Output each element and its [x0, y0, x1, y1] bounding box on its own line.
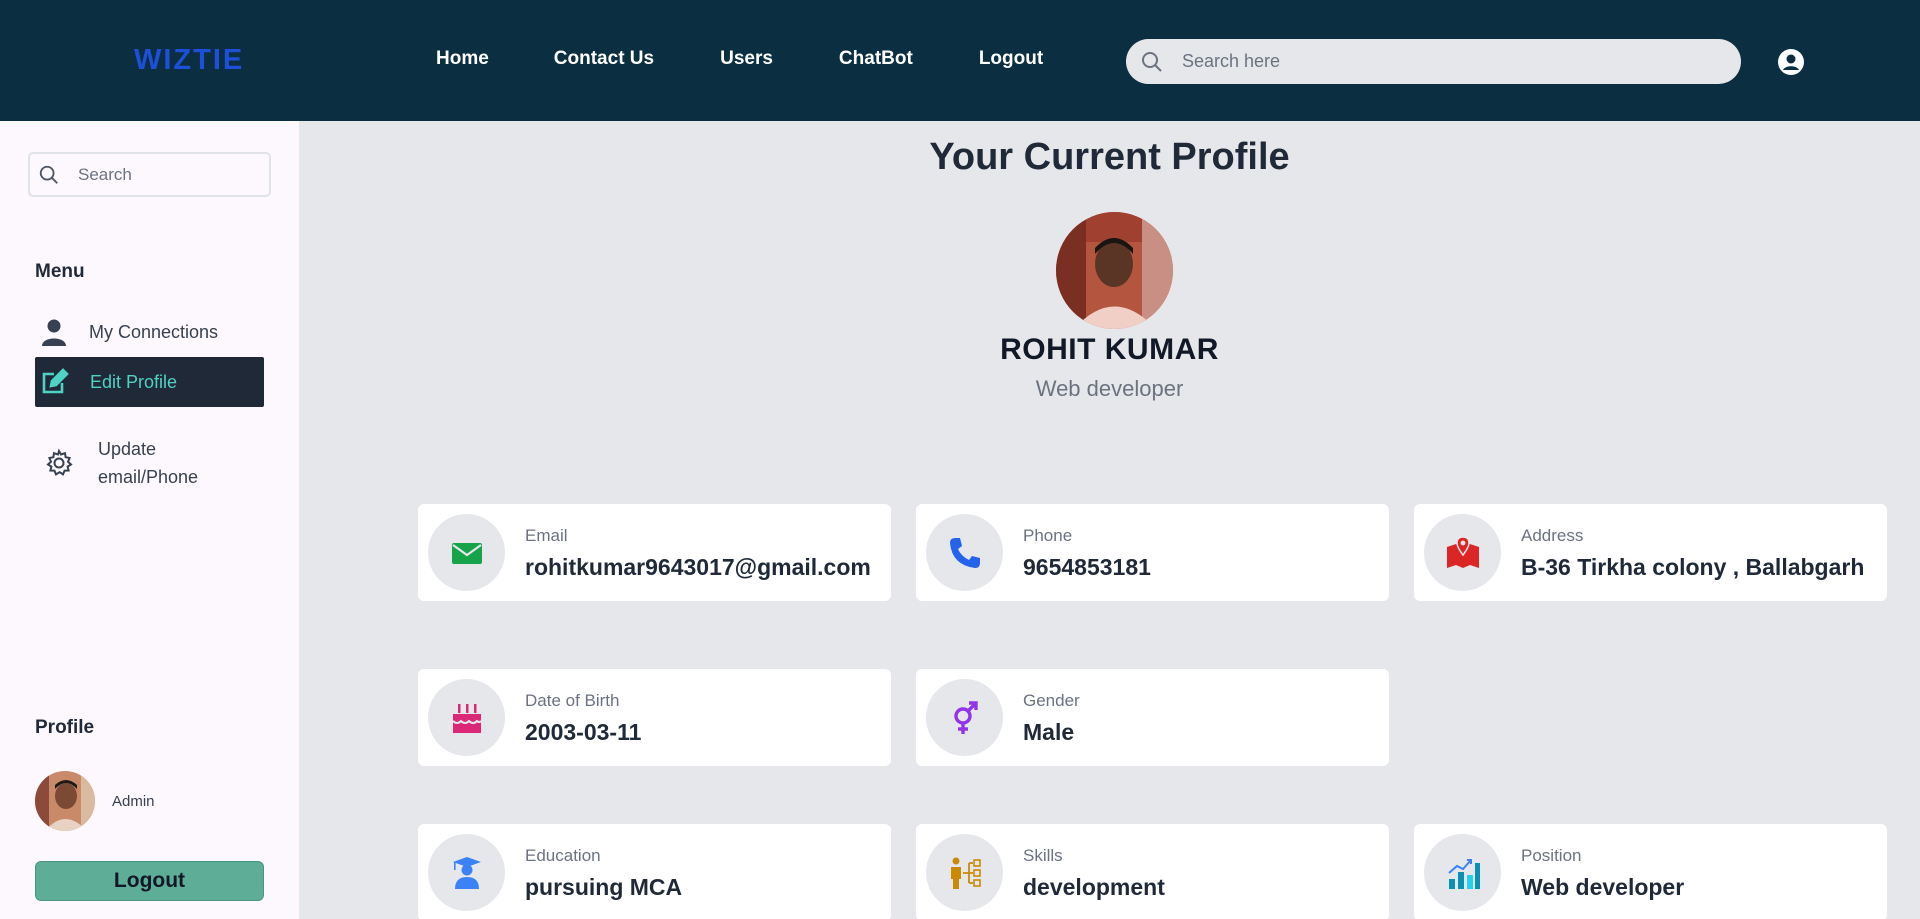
cake-icon — [451, 703, 482, 733]
edit-icon — [42, 368, 69, 394]
field-value: B-36 Tirkha colony , Ballabgarh — [1521, 554, 1865, 580]
brand-logo[interactable]: WIZTIE — [134, 44, 244, 77]
top-search-bar — [1126, 39, 1741, 84]
dob-icon-circle — [428, 679, 505, 756]
gender-icon — [953, 700, 978, 734]
phone-icon — [949, 537, 980, 568]
nav-contact-link[interactable]: Contact Us — [554, 48, 654, 70]
graduate-icon — [452, 856, 481, 889]
skills-icon — [950, 857, 981, 889]
phone-card: Phone 9654853181 — [916, 504, 1389, 601]
map-icon — [1446, 535, 1479, 568]
envelope-icon — [451, 542, 482, 564]
field-label: Email — [525, 526, 568, 545]
profile-avatar — [1056, 212, 1173, 329]
sidebar: Menu My Connections Edit Profile Update … — [0, 121, 299, 919]
menu-heading: Menu — [35, 261, 85, 282]
top-search-input[interactable] — [1182, 39, 1722, 84]
search-icon — [39, 165, 58, 184]
field-value: rohitkumar9643017@gmail.com — [525, 554, 871, 580]
profile-name: ROHIT KUMAR — [1000, 333, 1219, 366]
sidebar-item-label: My Connections — [89, 321, 219, 342]
address-card: Address B-36 Tirkha colony , Ballabgarh — [1414, 504, 1887, 601]
profile-heading: Profile — [35, 717, 95, 738]
position-card: Position Web developer — [1414, 824, 1887, 919]
skills-card: Skills development — [916, 824, 1389, 919]
field-label: Education — [525, 846, 601, 865]
gender-icon-circle — [926, 679, 1003, 756]
sidebar-item-my-connections[interactable]: My Connections — [35, 312, 264, 352]
chart-icon — [1447, 858, 1480, 889]
sidebar-item-update-email-phone[interactable]: Update email/Phone — [35, 433, 264, 493]
phone-icon-circle — [926, 514, 1003, 591]
search-icon — [1142, 52, 1162, 72]
nav-chatbot-link[interactable]: ChatBot — [839, 48, 913, 70]
field-value: development — [1023, 874, 1165, 900]
field-value: pursuing MCA — [525, 874, 683, 900]
field-label: Address — [1521, 526, 1584, 545]
education-icon-circle — [428, 834, 505, 911]
account-icon[interactable] — [1778, 49, 1804, 75]
skills-icon-circle — [926, 834, 1003, 911]
field-label: Skills — [1023, 846, 1063, 865]
sidebar-search-input[interactable] — [78, 154, 258, 195]
email-card: Email rohitkumar9643017@gmail.com — [418, 504, 891, 601]
sidebar-item-label: Update email/Phone — [98, 439, 199, 487]
field-label: Gender — [1023, 691, 1080, 710]
user-icon — [42, 319, 66, 346]
nav-users-link[interactable]: Users — [720, 48, 773, 70]
page-title: Your Current Profile — [929, 136, 1290, 178]
sidebar-item-label: Edit Profile — [90, 371, 178, 392]
avatar — [35, 771, 95, 831]
field-label: Position — [1521, 846, 1582, 865]
nav-home-link[interactable]: Home — [436, 48, 489, 70]
address-icon-circle — [1424, 514, 1501, 591]
field-label: Phone — [1023, 526, 1073, 545]
gender-card: Gender Male — [916, 669, 1389, 766]
profile-role-label: Admin — [112, 792, 155, 810]
field-label: Date of Birth — [525, 691, 620, 710]
sidebar-item-edit-profile[interactable]: Edit Profile — [35, 357, 264, 407]
field-value: 2003-03-11 — [525, 719, 642, 745]
logout-button[interactable]: Logout — [35, 861, 264, 901]
sidebar-search — [28, 152, 271, 197]
nav-logout-link[interactable]: Logout — [979, 48, 1043, 70]
position-icon-circle — [1424, 834, 1501, 911]
dob-card: Date of Birth 2003-03-11 — [418, 669, 891, 766]
field-value: Web developer — [1521, 874, 1685, 900]
profile-role: Web developer — [1035, 376, 1184, 401]
education-card: Education pursuing MCA — [418, 824, 891, 919]
main-nav: Home Contact Us Users ChatBot Logout — [436, 48, 1108, 70]
field-value: Male — [1023, 719, 1075, 745]
top-navbar: WIZTIE Home Contact Us Users ChatBot Log… — [0, 0, 1920, 121]
email-icon-circle — [428, 514, 505, 591]
field-value: 9654853181 — [1023, 554, 1151, 580]
gear-icon — [46, 448, 73, 476]
sidebar-profile[interactable]: Admin — [35, 771, 155, 831]
